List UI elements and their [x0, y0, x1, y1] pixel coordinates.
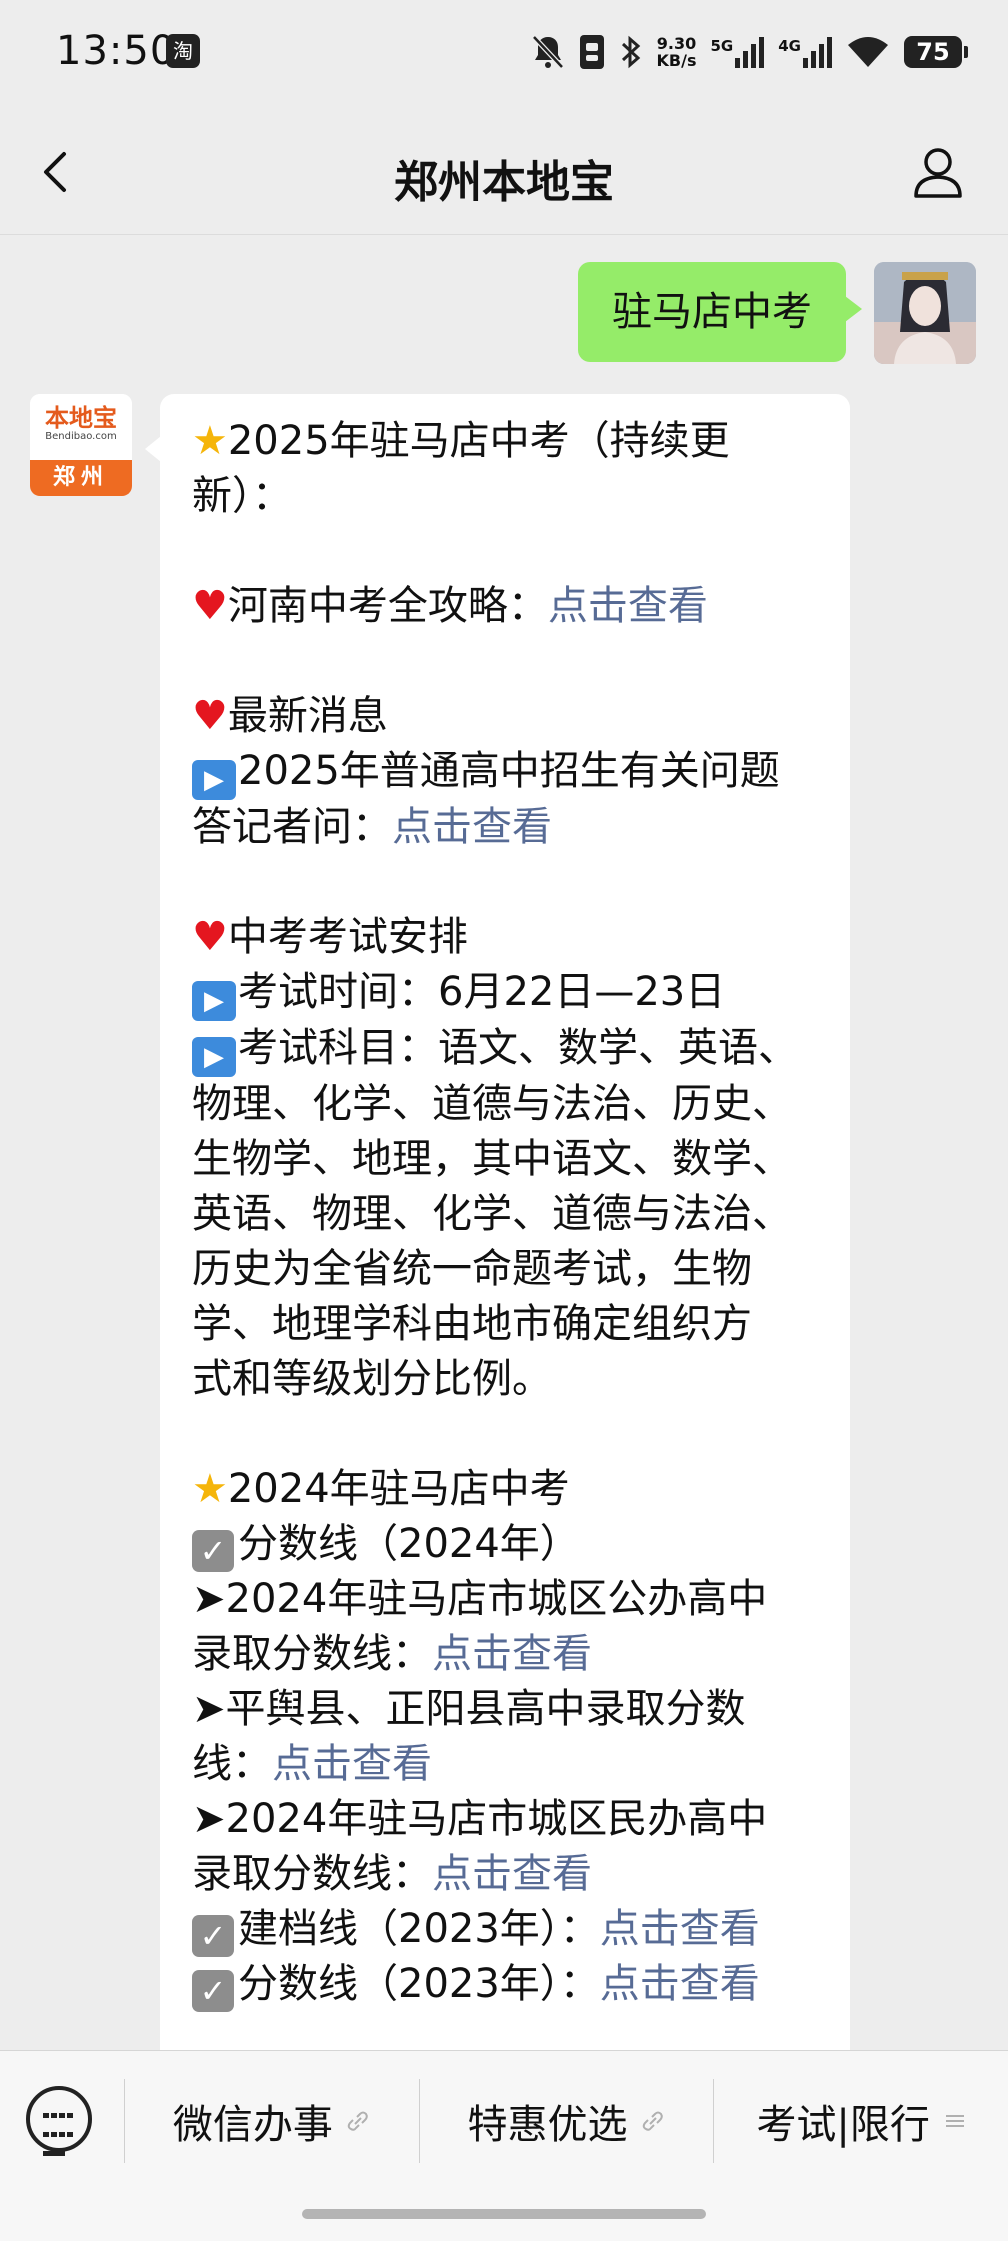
message-content: ★2025年驻马店中考（持续更 新）： ♥河南中考全攻略：点击查看 ♥最新消息 … — [160, 394, 850, 2012]
signal-5g-icon: 5G — [711, 36, 765, 68]
message-line: ✓ 分数线（2023年）：点击查看 — [192, 1957, 818, 2012]
message-line: ✓ 建档线（2023年）：点击查看 — [192, 1902, 818, 1957]
taobao-notification-icon: 淘 — [166, 34, 200, 68]
heart-icon: ♥ — [192, 914, 228, 960]
checkbox-icon: ✓ — [192, 1915, 234, 1957]
message-line: 答记者问：点击查看 — [192, 804, 552, 850]
view-link[interactable]: 点击查看 — [432, 1631, 592, 1677]
link-icon — [642, 2111, 663, 2131]
message-line: ➤2024年驻马店市城区民办高中 — [192, 1796, 768, 1842]
message-line: ➤2024年驻马店市城区公办高中 — [192, 1576, 768, 1622]
sim-card-icon — [579, 35, 604, 69]
message-line: ♥最新消息 — [192, 693, 388, 739]
user-avatar[interactable] — [874, 262, 976, 364]
view-link[interactable]: 点击查看 — [392, 804, 552, 850]
message-line: 历史为全省统一命题考试，生物 — [192, 1246, 752, 1292]
chat-title: 郑州本地宝 — [394, 157, 614, 208]
bluetooth-icon — [621, 35, 640, 69]
status-icons: 9.30 KB/s 5G 4G 75 — [531, 32, 968, 72]
user-avatar-image — [874, 262, 976, 364]
star-icon: ★ — [192, 418, 228, 464]
view-link[interactable]: 点击查看 — [548, 583, 708, 629]
bubble-tail — [145, 436, 161, 462]
link-icon — [347, 2111, 368, 2131]
message-line: ✓ 分数线（2024年） — [192, 1517, 818, 1572]
submenu-icon — [945, 2115, 964, 2127]
heart-icon: ♥ — [192, 693, 228, 739]
message-line: 新）： — [192, 473, 292, 519]
heart-icon: ♥ — [192, 583, 228, 629]
menu-item-exam-traffic[interactable]: 考试|限行 — [713, 2079, 1008, 2163]
status-bar: 13:50 淘 9.30 KB/s 5G 4G 75 — [0, 0, 1008, 110]
bot-avatar-city: 郑州 — [30, 460, 132, 496]
view-link[interactable]: 点击查看 — [272, 1741, 432, 1787]
home-indicator[interactable] — [302, 2209, 706, 2219]
sent-message-row: 驻马店中考 — [578, 262, 976, 364]
wifi-icon — [848, 37, 888, 67]
profile-icon[interactable] — [910, 144, 966, 200]
message-line: ★2025年驻马店中考（持续更 — [192, 418, 730, 464]
message-line: 学、地理学科由地市确定组织方 — [192, 1301, 752, 1347]
message-line: 式和等级划分比例。 — [192, 1356, 552, 1402]
view-link[interactable]: 点击查看 — [600, 1906, 760, 1952]
view-link[interactable]: 点击查看 — [600, 1961, 760, 2007]
message-line: ➤平舆县、正阳县高中录取分数 — [192, 1686, 746, 1732]
mute-bell-icon — [531, 35, 564, 69]
message-line: 生物学、地理，其中语文、数学、 — [192, 1136, 792, 1182]
play-icon: ▶ — [192, 1037, 236, 1077]
message-line: ♥中考考试安排 — [192, 914, 468, 960]
menu: 微信办事 特惠优选 考试|限行 — [124, 2051, 1008, 2191]
message-line: 录取分数线：点击查看 — [192, 1631, 592, 1677]
checkbox-icon: ✓ — [192, 1970, 234, 2012]
message-line: ▶ 2025年普通高中招生有关问题 — [192, 744, 818, 800]
menu-item-wechat-services[interactable]: 微信办事 — [124, 2079, 419, 2163]
bot-avatar[interactable]: 本地宝 Bendibao.com 郑州 — [30, 394, 132, 496]
received-message-bubble[interactable]: ★2025年驻马店中考（持续更 新）： ♥河南中考全攻略：点击查看 ♥最新消息 … — [160, 394, 850, 2094]
keyboard-toggle-icon[interactable] — [26, 2086, 92, 2156]
message-line: ▶ 考试时间：6月22日—23日 — [192, 965, 818, 1021]
checkbox-icon: ✓ — [192, 1530, 234, 1572]
message-line: 物理、化学、道德与法治、历史、 — [192, 1081, 792, 1127]
status-time: 13:50 — [56, 28, 177, 74]
play-icon: ▶ — [192, 760, 236, 800]
signal-4g-icon: 4G — [778, 36, 832, 68]
message-line: ♥河南中考全攻略：点击查看 — [192, 583, 708, 629]
menu-item-special-offers[interactable]: 特惠优选 — [418, 2079, 714, 2163]
sent-message-bubble[interactable]: 驻马店中考 — [578, 262, 862, 362]
message-line: 录取分数线：点击查看 — [192, 1851, 592, 1897]
battery-indicator: 75 — [904, 36, 968, 68]
message-line: ★2024年驻马店中考 — [192, 1466, 570, 1512]
bot-avatar-logo: 本地宝 Bendibao.com — [30, 394, 132, 460]
message-line: 英语、物理、化学、道德与法治、 — [192, 1191, 792, 1237]
network-speed: 9.30 KB/s — [656, 34, 697, 70]
message-line: 线：点击查看 — [192, 1741, 432, 1787]
view-link[interactable]: 点击查看 — [432, 1851, 592, 1897]
star-icon: ★ — [192, 1466, 228, 1512]
nav-bar: 郑州本地宝 — [0, 110, 1008, 235]
play-icon: ▶ — [192, 981, 236, 1021]
message-line: ▶ 考试科目：语文、数学、英语、 — [192, 1021, 818, 1077]
